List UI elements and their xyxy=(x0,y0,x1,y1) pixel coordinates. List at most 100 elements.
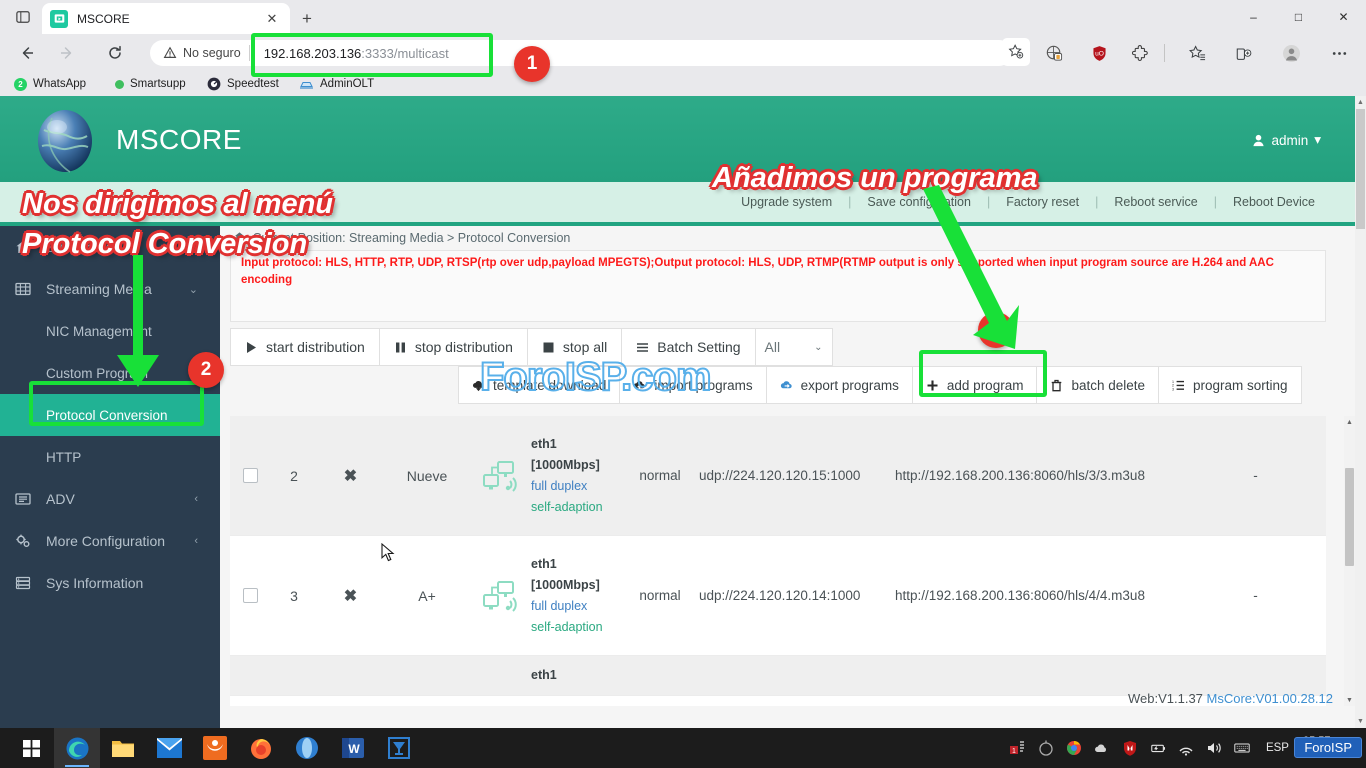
minimize-button[interactable]: – xyxy=(1231,0,1276,34)
row-checkbox[interactable] xyxy=(243,468,258,483)
row-index: 3 xyxy=(270,588,318,604)
scroll-thumb[interactable] xyxy=(1345,468,1354,566)
chevron-down-icon: ▾ xyxy=(1314,132,1321,148)
bookmark-label: AdminOLT xyxy=(320,78,374,90)
table-scrollbar[interactable]: ▲ ▼ xyxy=(1344,416,1355,706)
onedrive-ring-icon[interactable] xyxy=(1032,728,1060,768)
page-scroll-up-icon[interactable]: ▲ xyxy=(1355,96,1366,109)
adminolt-icon xyxy=(299,78,314,90)
profile-avatar-icon[interactable] xyxy=(1277,39,1305,67)
batch-setting-button[interactable]: Batch Setting xyxy=(621,328,755,366)
tab-search-icon[interactable] xyxy=(10,6,36,28)
row-enabled-mark[interactable]: ✖ xyxy=(318,586,383,606)
reboot-service-link[interactable]: Reboot service xyxy=(1098,195,1213,209)
window-close-button[interactable]: ✕ xyxy=(1321,0,1366,34)
ublock-origin-icon[interactable]: uO xyxy=(1085,39,1113,67)
cloud-icon[interactable] xyxy=(1088,728,1116,768)
reboot-device-link[interactable]: Reboot Device xyxy=(1217,195,1331,209)
batch-delete-button[interactable]: batch delete xyxy=(1036,366,1159,404)
sidebar-item-custom-program[interactable]: Custom Program xyxy=(0,352,220,394)
import-programs-button[interactable]: import programs xyxy=(619,366,766,404)
sidebar-item-streaming-media[interactable]: Streaming Media ⌄ xyxy=(0,268,220,310)
save-configuration-link[interactable]: Save configuration xyxy=(851,195,987,209)
address-bar[interactable]: No seguro 192.168.203.136:3333/multicast xyxy=(150,40,1012,66)
url-text[interactable]: 192.168.203.136:3333/multicast xyxy=(249,45,1012,61)
bookmark-speedtest[interactable]: Speedtest xyxy=(207,74,279,94)
table-row[interactable]: eth1 xyxy=(230,656,1326,696)
windows-start-icon[interactable] xyxy=(8,728,54,768)
window-chip-foroisp[interactable]: ForoISP xyxy=(1294,737,1362,758)
chrome-icon[interactable] xyxy=(1060,728,1088,768)
filter-select[interactable]: All ⌄ xyxy=(755,328,833,366)
language-indicator[interactable]: ESP xyxy=(1256,742,1299,754)
taskbar-mail-icon[interactable] xyxy=(146,728,192,768)
taskbar-word-icon[interactable]: W xyxy=(330,728,376,768)
taskbar-edge-icon[interactable] xyxy=(54,728,100,768)
stop-all-button[interactable]: stop all xyxy=(527,328,622,366)
wifi-icon[interactable] xyxy=(1172,728,1200,768)
start-distribution-button[interactable]: start distribution xyxy=(230,328,380,366)
split-screen-icon[interactable] xyxy=(1229,39,1257,67)
page-scroll-down-icon[interactable]: ▼ xyxy=(1355,715,1366,728)
keyboard-icon[interactable] xyxy=(1228,728,1256,768)
row-checkbox-cell[interactable] xyxy=(230,588,270,603)
bookmark-whatsapp[interactable]: 2 WhatsApp xyxy=(14,74,86,94)
sidebar-item-nic-management[interactable]: NIC Management xyxy=(0,310,220,352)
task-badge-icon[interactable]: 1 xyxy=(1004,728,1032,768)
sidebar-item-sys-information[interactable]: Sys Information xyxy=(0,562,220,604)
program-sorting-button[interactable]: 123 program sorting xyxy=(1158,366,1302,404)
battery-charging-icon[interactable] xyxy=(1144,728,1172,768)
taskbar-firefox-icon[interactable] xyxy=(238,728,284,768)
taskbar-thunderbird-icon[interactable] xyxy=(192,728,238,768)
app-header: MSCORE admin ▾ xyxy=(0,96,1355,182)
row-enabled-mark[interactable]: ✖ xyxy=(318,466,383,486)
scroll-down-icon[interactable]: ▼ xyxy=(1344,694,1355,706)
sidebar-item-adv[interactable]: ADV ‹ xyxy=(0,478,220,520)
add-favorite-icon[interactable] xyxy=(1002,38,1030,66)
template-download-button[interactable]: template download xyxy=(458,366,620,404)
taskbar-opera-icon[interactable] xyxy=(284,728,330,768)
mscore-favicon xyxy=(50,10,68,28)
hamburger-icon xyxy=(636,341,649,354)
row-checkbox-cell[interactable] xyxy=(230,468,270,483)
add-program-button[interactable]: add program xyxy=(912,366,1038,404)
web-version: Web:V1.1.37 xyxy=(1128,691,1203,706)
sidebar-item-protocol-conversion[interactable]: Protocol Conversion xyxy=(0,394,220,436)
forward-arrow-icon[interactable] xyxy=(53,39,81,67)
settings-more-icon[interactable] xyxy=(1325,39,1353,67)
app-brand: MSCORE xyxy=(116,124,242,156)
taskbar-file-explorer-icon[interactable] xyxy=(100,728,146,768)
chevron-down-icon: ⌄ xyxy=(814,342,822,353)
browser-tab[interactable]: MSCORE ✕ xyxy=(42,3,290,34)
collections-icon[interactable] xyxy=(1183,39,1211,67)
row-interface-info: eth1 [1000Mbps] full duplex self-adaptio… xyxy=(531,434,621,518)
globe-logo-icon xyxy=(30,108,100,174)
bookmark-adminolt[interactable]: AdminOLT xyxy=(299,74,374,94)
new-tab-button[interactable]: + xyxy=(296,8,318,30)
scroll-up-icon[interactable]: ▲ xyxy=(1344,416,1355,428)
row-checkbox[interactable] xyxy=(243,588,258,603)
table-row[interactable]: 3 ✖ A+ eth1 [1000Mbps] full duplex self-… xyxy=(230,536,1326,656)
table-row[interactable]: 2 ✖ Nueve eth1 [1000Mbps] full duplex se… xyxy=(230,416,1326,536)
mcafee-shield-icon[interactable] xyxy=(1116,728,1144,768)
bookmark-smartsupp[interactable]: Smartsupp xyxy=(115,74,186,94)
page-scroll-thumb[interactable] xyxy=(1356,109,1365,229)
extensions-icon[interactable] xyxy=(1126,39,1154,67)
page-scrollbar[interactable]: ▲ ▼ xyxy=(1355,96,1366,728)
sidebar-item-sys-status[interactable]: Sys Status xyxy=(0,226,220,268)
taskbar-winamp-icon[interactable] xyxy=(376,728,422,768)
stop-distribution-button[interactable]: stop distribution xyxy=(379,328,528,366)
translate-icon[interactable] xyxy=(1040,39,1068,67)
volume-icon[interactable] xyxy=(1200,728,1228,768)
close-icon[interactable]: ✕ xyxy=(262,9,282,29)
reload-icon[interactable] xyxy=(101,39,129,67)
sidebar-item-http[interactable]: HTTP xyxy=(0,436,220,478)
user-menu[interactable]: admin ▾ xyxy=(1252,132,1321,148)
factory-reset-link[interactable]: Factory reset xyxy=(990,195,1095,209)
export-programs-button[interactable]: export programs xyxy=(766,366,913,404)
back-arrow-icon[interactable] xyxy=(13,39,41,67)
upgrade-system-link[interactable]: Upgrade system xyxy=(725,195,848,209)
maximize-button[interactable]: □ xyxy=(1276,0,1321,34)
row-output-url: http://192.168.200.136:8060/hls/3/3.m3u8 xyxy=(895,468,1185,483)
sidebar-item-more-configuration[interactable]: More Configuration ‹ xyxy=(0,520,220,562)
